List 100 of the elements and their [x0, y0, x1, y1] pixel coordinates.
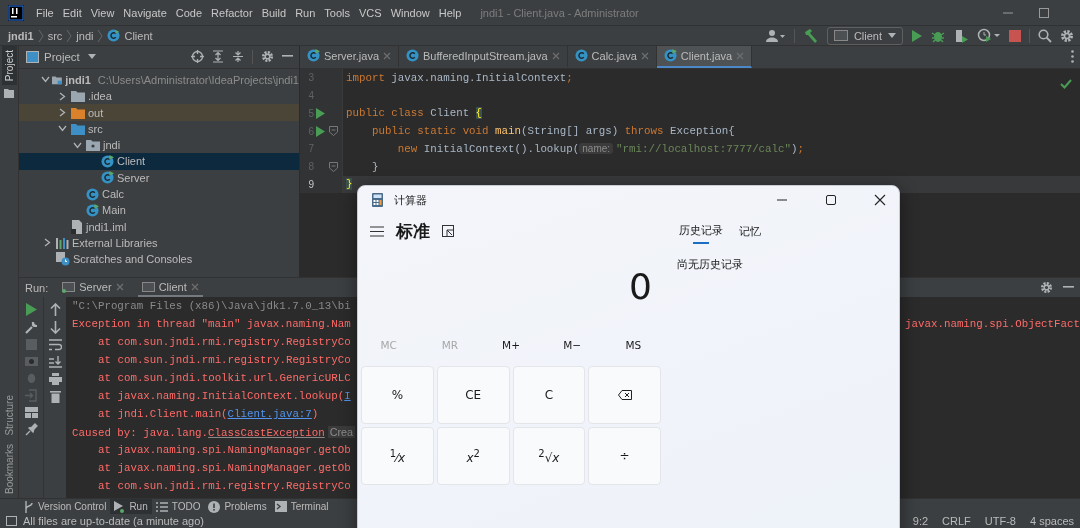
- panel-title[interactable]: Project: [44, 50, 80, 63]
- menu-item[interactable]: VCS: [359, 6, 382, 19]
- tree-item[interactable]: Client: [19, 153, 299, 170]
- soft-wrap-icon[interactable]: [48, 339, 62, 352]
- layout-icon[interactable]: [24, 407, 38, 419]
- tree-item[interactable]: External Libraries: [19, 234, 299, 252]
- tree-item[interactable]: Calc: [19, 185, 299, 203]
- close-icon[interactable]: [874, 194, 886, 206]
- calculator-key[interactable]: %: [361, 366, 434, 424]
- run-configuration-dropdown[interactable]: Client: [826, 26, 903, 45]
- more-icon[interactable]: [1071, 50, 1074, 64]
- breadcrumb[interactable]: src: [47, 29, 63, 42]
- expand-all-icon[interactable]: [212, 50, 224, 64]
- tree-item[interactable]: jndi1.iml: [19, 218, 299, 235]
- console-tab[interactable]: Client: [137, 278, 203, 298]
- menu-item[interactable]: Window: [390, 6, 430, 19]
- caret-icon[interactable]: [87, 53, 96, 60]
- calculator-key[interactable]: CE: [436, 366, 510, 424]
- status-item[interactable]: 9:2: [912, 515, 929, 528]
- calculator-key[interactable]: x$^{2}$: [436, 427, 510, 485]
- breadcrumb[interactable]: jndi1: [8, 29, 34, 42]
- trash-icon[interactable]: [49, 390, 61, 404]
- menu-item[interactable]: Build: [261, 6, 287, 19]
- side-tab[interactable]: Bookmarks: [1, 439, 17, 498]
- panel-toggle-icon[interactable]: [6, 516, 17, 527]
- arrow-up-icon[interactable]: [49, 303, 61, 317]
- chevron-icon[interactable]: [57, 125, 67, 133]
- side-tab[interactable]: Project: [1, 45, 17, 85]
- menu-item[interactable]: Code: [175, 6, 203, 19]
- minimize-icon[interactable]: [1063, 286, 1074, 290]
- tree-item[interactable]: Server: [19, 169, 299, 186]
- settings-icon[interactable]: [261, 50, 274, 64]
- menu-item[interactable]: Edit: [62, 6, 82, 19]
- menu-item[interactable]: Help: [438, 6, 462, 19]
- chevron-icon[interactable]: [40, 76, 50, 84]
- settings-icon[interactable]: [1040, 281, 1053, 295]
- profiler-icon[interactable]: [977, 27, 1001, 44]
- status-item[interactable]: 4 spaces: [1029, 515, 1074, 528]
- tree-item[interactable]: jndi: [19, 137, 299, 154]
- menu-item[interactable]: View: [90, 6, 115, 19]
- scroll-to-end-icon[interactable]: [48, 356, 62, 369]
- run-icon[interactable]: [316, 125, 325, 137]
- hammer-icon[interactable]: [802, 27, 819, 44]
- user-icon[interactable]: [765, 28, 786, 43]
- tool-window-tab[interactable]: Problems: [204, 498, 271, 515]
- panel-tab[interactable]: 记忆: [737, 217, 763, 245]
- editor-tab[interactable]: Server.java: [300, 45, 400, 68]
- stop-icon[interactable]: [1009, 29, 1021, 42]
- tool-window-tab[interactable]: Version Control: [20, 498, 111, 515]
- tree-item[interactable]: jndi1 C:\Users\Administrator\IdeaProjects\jndi1: [19, 71, 299, 89]
- menu-item[interactable]: Tools: [324, 6, 350, 19]
- wrench-icon[interactable]: [24, 321, 38, 335]
- menu-item[interactable]: Navigate: [123, 6, 167, 19]
- menu-item[interactable]: Run: [295, 6, 316, 19]
- breadcrumb[interactable]: jndi: [76, 29, 94, 42]
- run-icon[interactable]: [316, 107, 325, 119]
- chevron-icon[interactable]: [58, 108, 66, 118]
- pin-icon[interactable]: [24, 423, 38, 437]
- maximize-icon[interactable]: [825, 194, 837, 206]
- collapse-all-icon[interactable]: [232, 50, 244, 64]
- editor-tab[interactable]: Calc.java: [567, 45, 657, 68]
- minimize-icon[interactable]: [282, 55, 293, 59]
- menu-item[interactable]: Refactor: [211, 6, 253, 19]
- rerun-icon[interactable]: [25, 303, 37, 317]
- chevron-icon[interactable]: [58, 91, 66, 101]
- menu-icon[interactable]: [370, 225, 384, 237]
- settings-icon[interactable]: [1060, 28, 1074, 43]
- tool-window-tab[interactable]: Terminal: [270, 498, 333, 515]
- fold-icon[interactable]: [329, 161, 338, 172]
- tool-window-tab[interactable]: Run: [110, 498, 152, 515]
- tree-item[interactable]: src: [19, 120, 299, 137]
- side-tab[interactable]: Structure: [1, 391, 17, 440]
- console-link[interactable]: ClassCastException: [208, 426, 325, 439]
- tool-window-tab[interactable]: TODO: [151, 498, 205, 515]
- printer-icon[interactable]: [48, 373, 62, 386]
- calculator-key[interactable]: $^{2}$√x: [512, 427, 586, 485]
- calculator-key[interactable]: $^{1}$⁄x: [361, 427, 434, 485]
- keep-on-top-icon[interactable]: [442, 225, 454, 237]
- arrow-down-icon[interactable]: [49, 321, 61, 335]
- tree-item[interactable]: out: [19, 104, 299, 121]
- search-icon[interactable]: [1038, 28, 1052, 43]
- chevron-icon[interactable]: [72, 141, 82, 149]
- tree-item[interactable]: Scratches and Consoles: [19, 251, 299, 268]
- tree-item[interactable]: .idea: [19, 88, 299, 105]
- chevron-icon[interactable]: [43, 238, 51, 248]
- run-icon[interactable]: [911, 28, 923, 43]
- memory-button[interactable]: MS: [602, 338, 664, 352]
- tree-item[interactable]: Main: [19, 202, 299, 219]
- memory-button[interactable]: M−: [541, 338, 603, 352]
- breadcrumb[interactable]: Client: [124, 29, 153, 42]
- status-item[interactable]: CRLF: [942, 515, 971, 528]
- menu-item[interactable]: File: [36, 6, 54, 19]
- console-link[interactable]: I: [344, 390, 351, 403]
- locate-icon[interactable]: [191, 50, 204, 64]
- editor-tab[interactable]: BufferedInputStream.java: [399, 45, 568, 68]
- memory-button[interactable]: M+: [480, 338, 542, 352]
- calculator-key[interactable]: ÷: [588, 427, 661, 485]
- console-link[interactable]: Client.java:7: [227, 408, 312, 421]
- status-item[interactable]: UTF-8: [984, 515, 1016, 528]
- coverage-icon[interactable]: [953, 27, 969, 44]
